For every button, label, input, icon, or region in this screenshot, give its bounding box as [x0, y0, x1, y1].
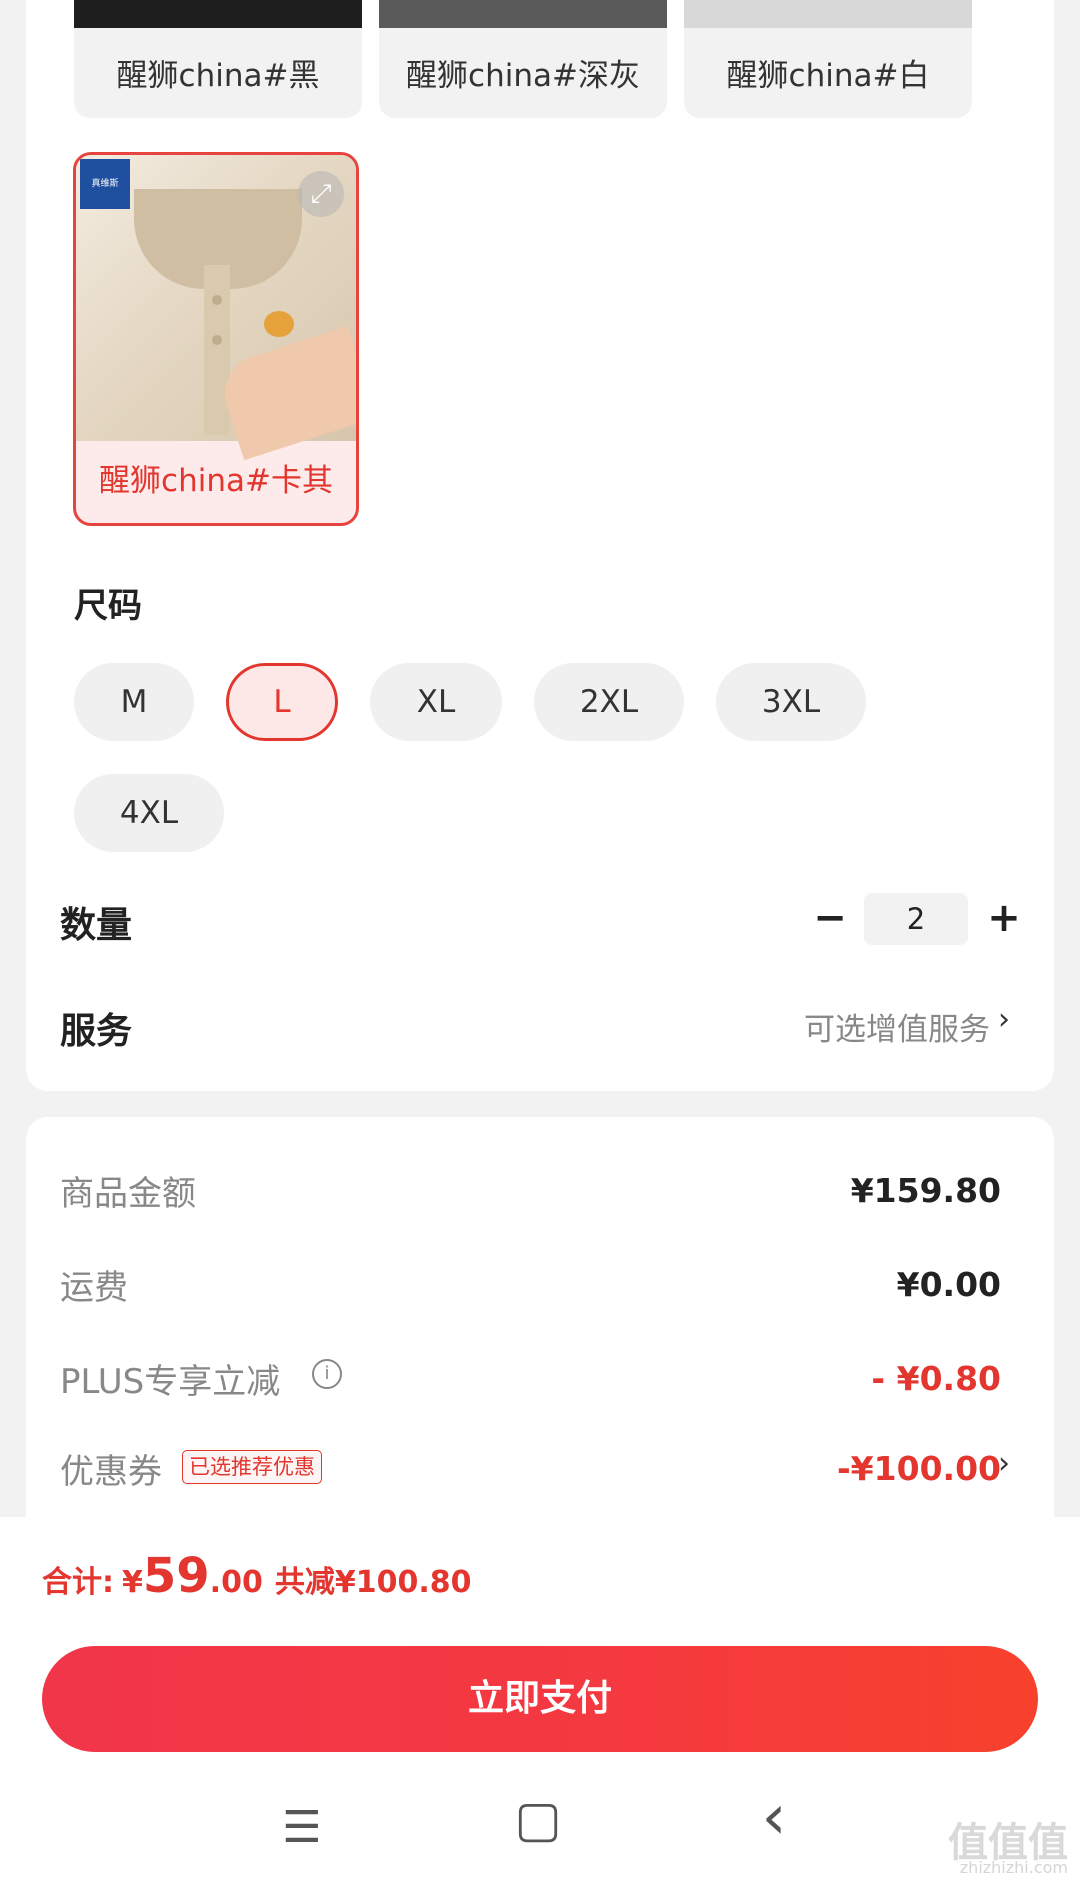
plus-discount-value: - ¥0.80 [871, 1359, 1001, 1398]
goods-amount-value: ¥159.80 [850, 1171, 1001, 1210]
coupon-value[interactable]: -¥100.00 [837, 1449, 1001, 1488]
variant-label: 醒狮china#卡其 [99, 463, 333, 499]
variant-option-dark-gray[interactable]: 醒狮china#深灰 [379, 0, 667, 118]
size-option-4xl[interactable]: 4XL [74, 774, 224, 852]
variant-thumbnail [684, 0, 972, 28]
variant-option-white[interactable]: 醒狮china#白 [684, 0, 972, 118]
pay-now-button[interactable]: 立即支付 [42, 1646, 1038, 1752]
watermark-url: zhizhizhi.com [959, 1858, 1068, 1877]
quantity-input[interactable]: 2 [864, 893, 968, 945]
service-title: 服务 [60, 1011, 133, 1052]
size-option-l-selected[interactable]: L [226, 663, 338, 741]
brand-logo: 真维斯 [80, 159, 130, 209]
total-label: 合计: [42, 1565, 114, 1600]
size-option-m[interactable]: M [74, 663, 194, 741]
home-icon[interactable]: ▢ [512, 1790, 564, 1848]
variant-thumbnail [74, 0, 362, 28]
chevron-right-icon[interactable]: › [998, 1446, 1010, 1481]
total-integer: 59 [142, 1548, 210, 1604]
total-currency: ¥ [122, 1565, 143, 1600]
plus-discount-label: PLUS专享立减 [60, 1362, 281, 1402]
shipping-value: ¥0.00 [896, 1265, 1001, 1304]
total-amount: 合计: ¥59.00 共减¥100.80 [42, 1548, 471, 1604]
variant-label: 醒狮china#白 [726, 58, 930, 94]
total-savings: 共减¥100.80 [274, 1565, 472, 1600]
quantity-minus-button[interactable]: − [808, 896, 852, 940]
service-hint-link[interactable]: 可选增值服务 [804, 1004, 990, 1049]
coupon-recommended-badge: 已选推荐优惠 [182, 1450, 322, 1484]
back-icon[interactable]: ‹ [748, 1780, 800, 1853]
size-option-3xl[interactable]: 3XL [716, 663, 866, 741]
variant-option-khaki-selected[interactable]: 真维斯 ⤢ 醒狮china#卡其 [73, 152, 359, 526]
size-option-2xl[interactable]: 2XL [534, 663, 684, 741]
goods-amount-label: 商品金额 [60, 1174, 196, 1214]
coupon-label: 优惠券 [60, 1452, 162, 1492]
shirt-button [212, 335, 222, 345]
shirt-placket [204, 265, 230, 435]
info-icon[interactable]: i [312, 1359, 342, 1389]
total-decimal: .00 [209, 1565, 263, 1600]
shirt-button [212, 295, 222, 305]
quantity-title: 数量 [60, 905, 133, 946]
variant-label: 醒狮china#黑 [116, 58, 320, 94]
shipping-label: 运费 [60, 1268, 128, 1308]
product-photo: 真维斯 ⤢ [76, 155, 356, 461]
variant-label: 醒狮china#深灰 [406, 58, 640, 94]
quantity-plus-button[interactable]: + [982, 896, 1026, 940]
lion-logo [264, 311, 294, 337]
hand [214, 325, 356, 461]
chevron-right-icon[interactable]: › [998, 1002, 1010, 1037]
menu-icon[interactable]: ☰ [276, 1802, 328, 1853]
expand-icon[interactable]: ⤢ [298, 171, 344, 217]
size-section-title: 尺码 [74, 586, 142, 626]
variant-thumbnail [379, 0, 667, 28]
size-option-xl[interactable]: XL [370, 663, 502, 741]
variant-option-black[interactable]: 醒狮china#黑 [74, 0, 362, 118]
